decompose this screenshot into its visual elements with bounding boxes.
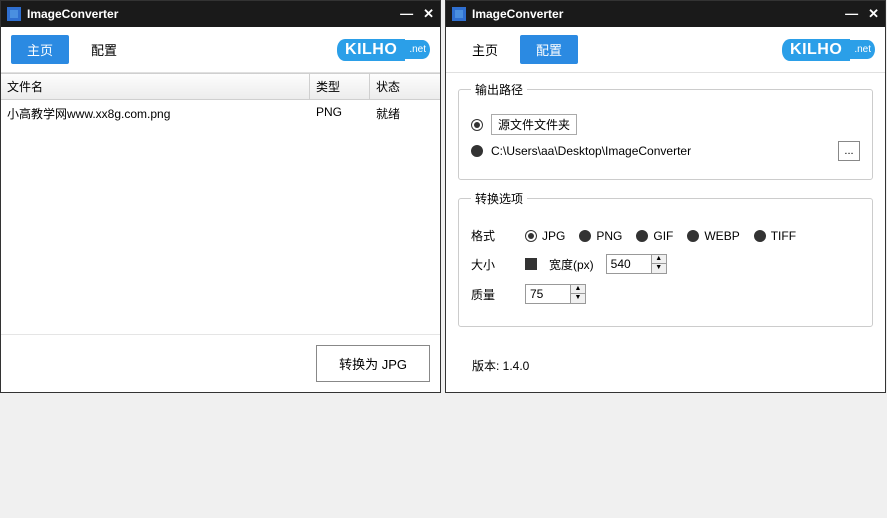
quality-up[interactable]: ▲ (571, 285, 585, 294)
table-body[interactable]: 小高教学网www.xx8g.com.png PNG 就绪 (1, 100, 440, 334)
width-down[interactable]: ▼ (652, 264, 666, 273)
width-label: 宽度(px) (549, 256, 594, 273)
tab-config[interactable]: 配置 (75, 35, 133, 64)
quality-label: 质量 (471, 286, 513, 303)
col-status[interactable]: 状态 (370, 74, 440, 99)
convert-options-legend: 转换选项 (471, 190, 527, 207)
logo-text: KILHO (337, 39, 405, 61)
tab-home[interactable]: 主页 (11, 35, 69, 64)
width-up[interactable]: ▲ (652, 255, 666, 264)
width-input[interactable]: ▲ ▼ (606, 254, 667, 274)
width-field[interactable] (607, 257, 651, 271)
app-title: ImageConverter (472, 7, 845, 21)
format-webp[interactable]: WEBP (687, 229, 739, 243)
logo: KILHO .net (782, 39, 875, 61)
format-tiff[interactable]: TIFF (754, 229, 796, 243)
tab-home[interactable]: 主页 (456, 35, 514, 64)
format-label: 格式 (471, 227, 513, 244)
titlebar[interactable]: ImageConverter — ✕ (1, 1, 440, 27)
output-path-group: 输出路径 源文件文件夹 C:\Users\aa\Desktop\ImageCon… (458, 81, 873, 180)
radio-source-folder[interactable] (471, 119, 483, 131)
close-button[interactable]: ✕ (868, 6, 879, 22)
file-list-panel: 文件名 类型 状态 小高教学网www.xx8g.com.png PNG 就绪 (1, 73, 440, 334)
logo-text: KILHO (782, 39, 850, 61)
logo: KILHO .net (337, 39, 430, 61)
radio-source-label: 源文件文件夹 (491, 114, 577, 135)
config-panel: 输出路径 源文件文件夹 C:\Users\aa\Desktop\ImageCon… (446, 73, 885, 392)
tab-config[interactable]: 配置 (520, 35, 578, 64)
radio-custom-path[interactable] (471, 145, 483, 157)
toolbar: 主页 配置 KILHO .net (1, 27, 440, 73)
col-type[interactable]: 类型 (310, 74, 370, 99)
browse-button[interactable]: ... (838, 141, 860, 161)
logo-suffix: .net (405, 40, 430, 59)
format-options: JPG PNG GIF WEBP TIFF (525, 229, 796, 243)
app-icon (7, 7, 21, 21)
output-path-text: C:\Users\aa\Desktop\ImageConverter (491, 144, 830, 158)
quality-field[interactable] (526, 287, 570, 301)
cell-filename: 小高教学网www.xx8g.com.png (1, 103, 310, 124)
format-jpg[interactable]: JPG (525, 229, 565, 243)
toolbar: 主页 配置 KILHO .net (446, 27, 885, 73)
col-filename[interactable]: 文件名 (1, 74, 310, 99)
titlebar[interactable]: ImageConverter — ✕ (446, 1, 885, 27)
convert-options-group: 转换选项 格式 JPG PNG GIF WEBP TIFF 大小 宽度(px) (458, 190, 873, 327)
logo-suffix: .net (850, 40, 875, 59)
app-title: ImageConverter (27, 7, 400, 21)
version-label: 版本: 1.4.0 (458, 347, 873, 384)
table-header: 文件名 类型 状态 (1, 73, 440, 100)
minimize-button[interactable]: — (845, 6, 858, 22)
cell-status: 就绪 (370, 103, 440, 124)
format-gif[interactable]: GIF (636, 229, 673, 243)
size-label: 大小 (471, 256, 513, 273)
convert-button[interactable]: 转换为 JPG (316, 345, 430, 382)
table-row[interactable]: 小高教学网www.xx8g.com.png PNG 就绪 (1, 100, 440, 127)
format-png[interactable]: PNG (579, 229, 622, 243)
output-path-legend: 输出路径 (471, 81, 527, 98)
quality-down[interactable]: ▼ (571, 294, 585, 303)
cell-type: PNG (310, 103, 370, 124)
window-main: ImageConverter — ✕ 主页 配置 KILHO .net 文件名 … (0, 0, 441, 393)
quality-input[interactable]: ▲ ▼ (525, 284, 586, 304)
footer: 转换为 JPG (1, 334, 440, 392)
app-icon (452, 7, 466, 21)
minimize-button[interactable]: — (400, 6, 413, 22)
width-checkbox[interactable] (525, 258, 537, 270)
close-button[interactable]: ✕ (423, 6, 434, 22)
window-config: ImageConverter — ✕ 主页 配置 KILHO .net 输出路径… (445, 0, 886, 393)
